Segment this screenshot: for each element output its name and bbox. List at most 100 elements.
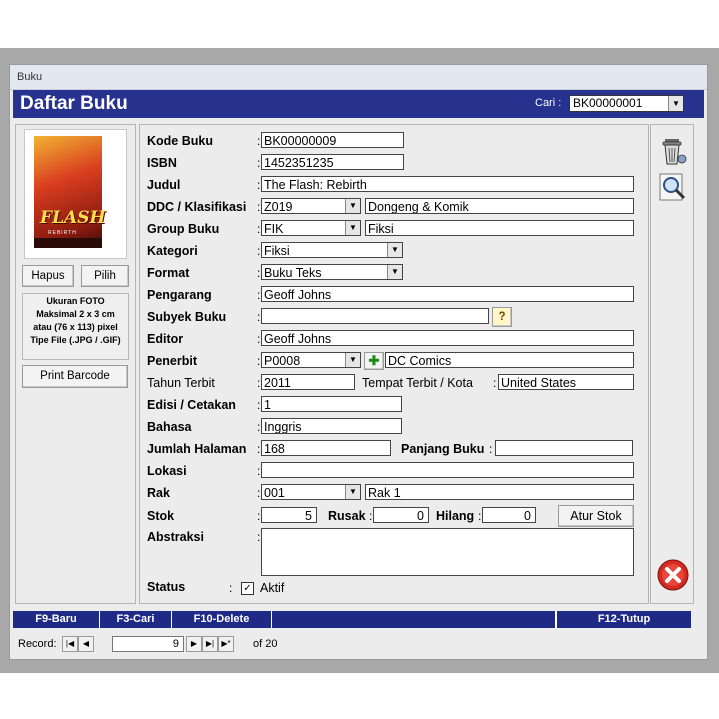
edisi-field[interactable]: 1 xyxy=(261,396,402,412)
kategori-combobox[interactable]: Fiksi ▼ xyxy=(261,242,403,258)
add-penerbit-plus-icon[interactable]: ✚ xyxy=(364,352,384,370)
photo-panel: FLASH REBIRTH Hapus Pilih Ukuran FOTO Ma… xyxy=(15,124,136,604)
print-barcode-button[interactable]: Print Barcode xyxy=(22,365,128,388)
group-buku-description-field: Fiksi xyxy=(365,220,634,236)
judul-field[interactable]: The Flash: Rebirth xyxy=(261,176,634,192)
kategori-label: Kategori xyxy=(147,244,198,258)
ddc-combobox[interactable]: Z019 ▼ xyxy=(261,198,361,214)
status-checkbox[interactable]: ✓ xyxy=(241,582,254,595)
ddc-label: DDC / Klasifikasi xyxy=(147,200,247,214)
lokasi-label: Lokasi xyxy=(147,464,187,478)
function-key-bar: F9-Baru F3-Cari F10-Delete F12-Tutup xyxy=(13,611,691,628)
next-record-icon[interactable]: ▶ xyxy=(186,636,202,652)
jumlah-halaman-field[interactable]: 168 xyxy=(261,440,391,456)
cover-subtitle: REBIRTH xyxy=(48,230,77,236)
subyek-buku-field[interactable] xyxy=(261,308,489,324)
ddc-value: Z019 xyxy=(264,200,293,214)
close-icon[interactable] xyxy=(656,558,690,591)
group-buku-label: Group Buku xyxy=(147,222,220,236)
pengarang-field[interactable]: Geoff Johns xyxy=(261,286,634,302)
panjang-buku-label: Panjang Buku xyxy=(401,442,485,456)
isbn-field[interactable]: 1452351235 xyxy=(261,154,404,170)
colon: : xyxy=(493,376,497,390)
function-bar-spacer xyxy=(272,611,556,628)
record-number-field[interactable]: 9 xyxy=(112,636,184,652)
f3-cari-key[interactable]: F3-Cari xyxy=(100,611,172,628)
tahun-terbit-field[interactable]: 2011 xyxy=(261,374,355,390)
photo-info-line: Maksimal 2 x 3 cm xyxy=(36,309,115,319)
status-checkbox-label: Aktif xyxy=(260,581,285,595)
chevron-down-icon[interactable]: ▼ xyxy=(387,265,402,279)
stok-field[interactable]: 5 xyxy=(261,507,317,523)
photo-info-line: atau (76 x 113) pixel xyxy=(33,322,118,332)
penerbit-combobox[interactable]: P0008 ▼ xyxy=(261,352,361,368)
penerbit-description-field: DC Comics xyxy=(385,352,634,368)
rusak-field[interactable]: 0 xyxy=(373,507,429,523)
bahasa-field[interactable]: Inggris xyxy=(261,418,402,434)
colon: : xyxy=(257,486,261,500)
first-record-icon[interactable]: |◀ xyxy=(62,636,78,652)
group-buku-combobox[interactable]: FIK ▼ xyxy=(261,220,361,236)
record-label: Record: xyxy=(18,638,57,650)
f9-baru-key[interactable]: F9-Baru xyxy=(13,611,100,628)
ddc-description-field: Dongeng & Komik xyxy=(365,198,634,214)
photo-info-box: Ukuran FOTO Maksimal 2 x 3 cm atau (76 x… xyxy=(22,293,129,360)
subyek-buku-label: Subyek Buku xyxy=(147,310,227,324)
panjang-buku-field[interactable] xyxy=(495,440,633,456)
colon: : xyxy=(257,134,261,148)
editor-field[interactable]: Geoff Johns xyxy=(261,330,634,346)
colon: : xyxy=(257,222,261,236)
colon: : xyxy=(257,464,261,478)
hilang-label: Hilang xyxy=(436,509,475,523)
penerbit-value: P0008 xyxy=(264,354,301,368)
colon: : xyxy=(257,156,261,170)
colon: : xyxy=(489,442,493,456)
pilih-button[interactable]: Pilih xyxy=(81,265,129,287)
tempat-terbit-label: Tempat Terbit / Kota xyxy=(362,376,473,390)
hilang-field[interactable]: 0 xyxy=(482,507,536,523)
chevron-down-icon[interactable]: ▼ xyxy=(345,485,360,499)
lokasi-field[interactable] xyxy=(261,462,634,478)
trash-icon[interactable] xyxy=(656,135,690,167)
f10-delete-key[interactable]: F10-Delete xyxy=(172,611,272,628)
book-cover-image: FLASH REBIRTH xyxy=(34,136,106,248)
colon: : xyxy=(257,244,261,258)
f12-tutup-key[interactable]: F12-Tutup xyxy=(556,611,691,628)
colon: : xyxy=(257,442,261,456)
lookup-key-icon[interactable]: ? xyxy=(492,307,512,327)
edisi-label: Edisi / Cetakan xyxy=(147,398,236,412)
tempat-terbit-field[interactable]: United States xyxy=(498,374,634,390)
photo-info-line: Ukuran FOTO xyxy=(46,296,105,306)
colon: : xyxy=(257,310,261,324)
page-title: Daftar Buku xyxy=(20,93,128,114)
hapus-button[interactable]: Hapus xyxy=(22,265,74,287)
group-buku-value: FIK xyxy=(264,222,284,236)
chevron-down-icon[interactable]: ▼ xyxy=(345,353,360,367)
format-value: Buku Teks xyxy=(264,266,322,280)
search-combobox[interactable]: BK00000001 ▼ xyxy=(569,95,684,112)
window-titlebar: Buku xyxy=(10,65,707,90)
colon: : xyxy=(369,509,373,523)
chevron-down-icon[interactable]: ▼ xyxy=(668,96,683,111)
chevron-down-icon[interactable]: ▼ xyxy=(345,199,360,213)
chevron-down-icon[interactable]: ▼ xyxy=(345,221,360,235)
penerbit-label: Penerbit xyxy=(147,354,198,368)
rak-label: Rak xyxy=(147,486,170,500)
atur-stok-button[interactable]: Atur Stok xyxy=(558,505,634,527)
search-magnifier-icon[interactable] xyxy=(656,171,690,203)
format-combobox[interactable]: Buku Teks ▼ xyxy=(261,264,403,280)
kategori-value: Fiksi xyxy=(264,244,290,258)
abstraksi-textarea[interactable] xyxy=(261,528,634,576)
colon: : xyxy=(478,509,482,523)
colon: : xyxy=(257,266,261,280)
colon: : xyxy=(257,200,261,214)
last-record-icon[interactable]: ▶| xyxy=(202,636,218,652)
bahasa-label: Bahasa xyxy=(147,420,192,434)
kode-buku-field[interactable]: BK00000009 xyxy=(261,132,404,148)
new-record-icon[interactable]: ▶* xyxy=(218,636,234,652)
rak-combobox[interactable]: 001 ▼ xyxy=(261,484,361,500)
chevron-down-icon[interactable]: ▼ xyxy=(387,243,402,257)
action-panel xyxy=(650,124,694,604)
cover-strip xyxy=(34,238,102,248)
previous-record-icon[interactable]: ◀ xyxy=(78,636,94,652)
